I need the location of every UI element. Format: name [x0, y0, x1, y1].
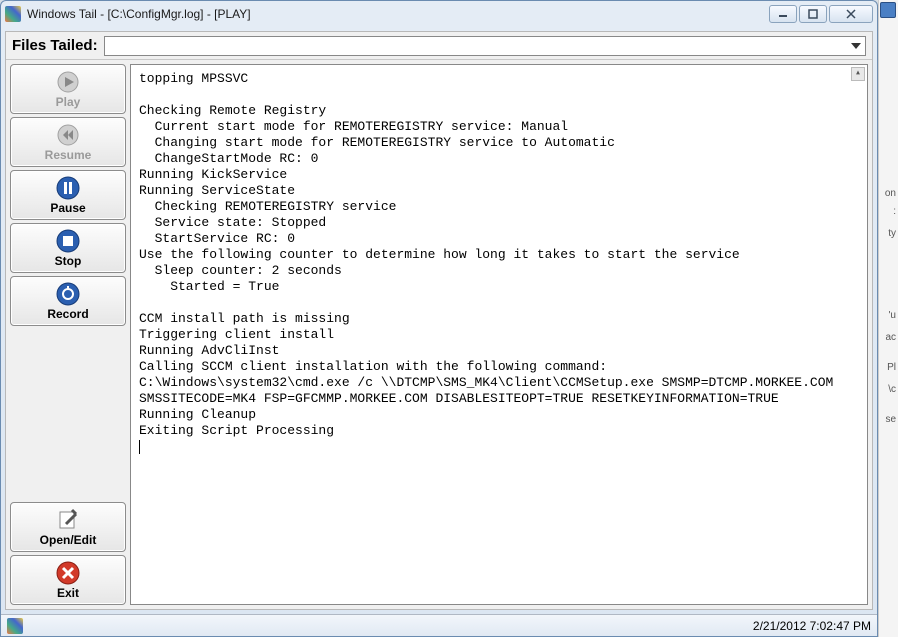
pause-label: Pause [50, 201, 85, 215]
sidebar-spacer [10, 329, 126, 499]
partial-other-window: on : ty 'u ac Pl \c se [878, 0, 898, 637]
open-edit-label: Open/Edit [40, 533, 97, 547]
close-button[interactable] [829, 5, 873, 23]
close-icon [846, 9, 856, 19]
exit-icon [56, 561, 80, 585]
record-label: Record [47, 307, 88, 321]
edit-icon [56, 508, 80, 532]
stop-icon [56, 229, 80, 253]
stop-button[interactable]: Stop [10, 223, 126, 273]
status-bar: 2/21/2012 7:02:47 PM [1, 614, 877, 636]
record-icon [56, 282, 80, 306]
log-textarea[interactable]: topping MPSSVC Checking Remote Registry … [130, 64, 868, 605]
partial-text: : [893, 206, 896, 217]
resume-label: Resume [45, 148, 92, 162]
titlebar[interactable]: Windows Tail - [C:\ConfigMgr.log] - [PLA… [1, 1, 877, 27]
file-path-combo[interactable] [104, 36, 866, 56]
partial-text: ty [888, 228, 896, 239]
scroll-up-button[interactable]: ▴ [851, 67, 865, 81]
status-app-icon [7, 618, 23, 634]
app-window: Windows Tail - [C:\ConfigMgr.log] - [PLA… [0, 0, 878, 637]
top-row: Files Tailed: [6, 32, 872, 60]
partial-text: 'u [889, 310, 896, 321]
app-icon [5, 6, 21, 22]
minimize-icon [778, 9, 788, 19]
files-tailed-label: Files Tailed: [12, 37, 98, 54]
sidebar: Play Resume Pause [6, 60, 130, 609]
window-title: Windows Tail - [C:\ConfigMgr.log] - [PLA… [27, 7, 769, 21]
resume-button[interactable]: Resume [10, 117, 126, 167]
minimize-button[interactable] [769, 5, 797, 23]
play-label: Play [56, 95, 81, 109]
exit-label: Exit [57, 586, 79, 600]
chevron-down-icon [851, 41, 861, 51]
body-row: Play Resume Pause [6, 60, 872, 609]
status-datetime: 2/21/2012 7:02:47 PM [753, 619, 871, 633]
play-icon [56, 70, 80, 94]
partial-text: \c [888, 384, 896, 395]
resume-icon [56, 123, 80, 147]
maximize-button[interactable] [799, 5, 827, 23]
partial-text: se [885, 414, 896, 425]
exit-button[interactable]: Exit [10, 555, 126, 605]
stop-label: Stop [55, 254, 82, 268]
text-cursor [139, 440, 140, 454]
other-window-icon [880, 2, 896, 18]
open-edit-button[interactable]: Open/Edit [10, 502, 126, 552]
play-button[interactable]: Play [10, 64, 126, 114]
partial-text: ac [885, 332, 896, 343]
pause-button[interactable]: Pause [10, 170, 126, 220]
log-content: topping MPSSVC Checking Remote Registry … [139, 71, 833, 438]
record-button[interactable]: Record [10, 276, 126, 326]
maximize-icon [808, 9, 818, 19]
pause-icon [56, 176, 80, 200]
window-controls [769, 5, 873, 23]
partial-text: on [885, 188, 896, 199]
client-area: Files Tailed: Play Resume [5, 31, 873, 610]
partial-text: Pl [887, 362, 896, 373]
